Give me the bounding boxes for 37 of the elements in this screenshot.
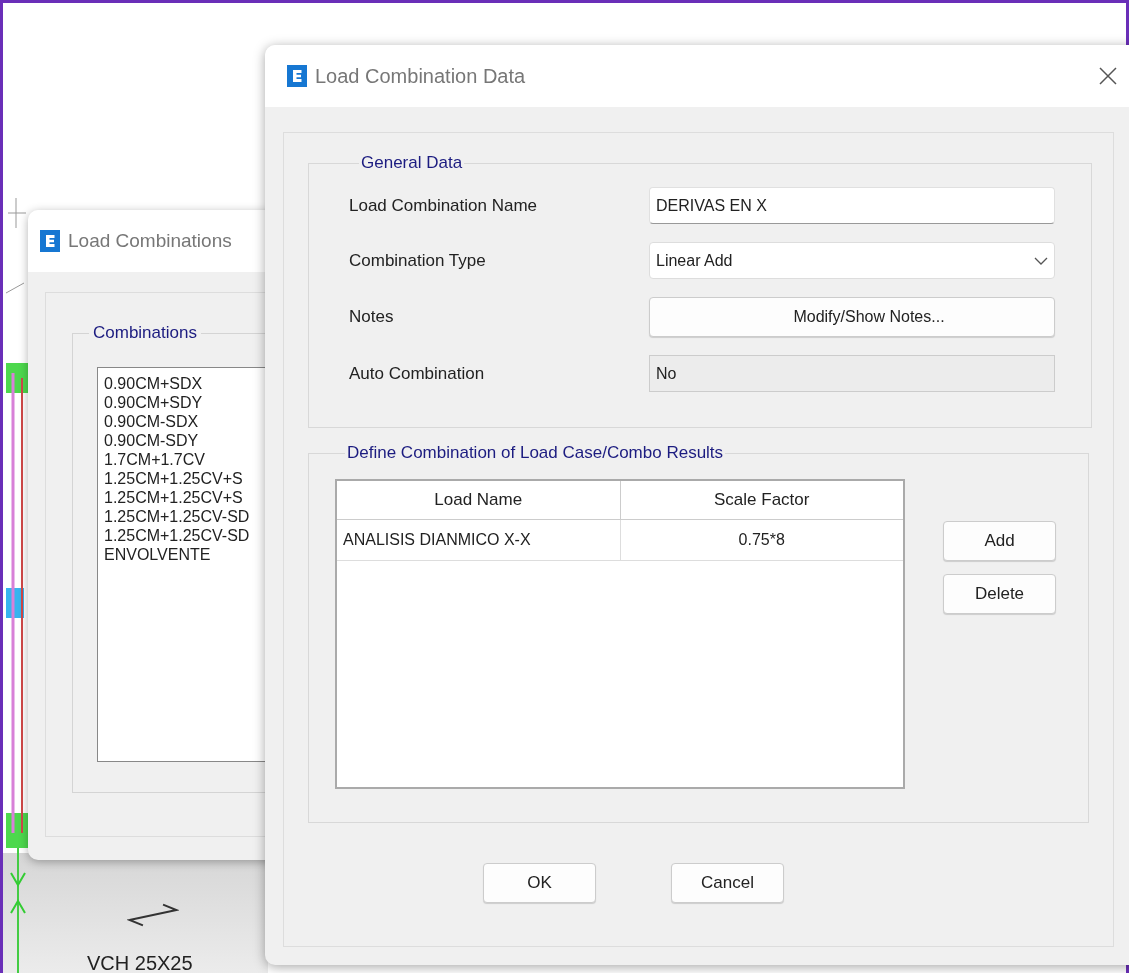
arrows-icon: [127, 903, 179, 927]
column-header: Load Name: [336, 480, 620, 520]
ok-button[interactable]: OK: [483, 863, 596, 903]
window-title: Load Combination Data: [315, 64, 527, 88]
field-label: Combination Type: [349, 250, 487, 271]
list-item[interactable]: 0.90CM-SDY: [104, 431, 199, 450]
table-cell: ANALISIS DIANMICO X-X: [336, 519, 620, 561]
column-header: Scale Factor: [620, 480, 904, 520]
type-dropdown[interactable]: Linear Add: [649, 242, 1055, 279]
table-cell: 0.75*8: [620, 519, 904, 561]
app-logo-icon: [40, 230, 60, 252]
list-item[interactable]: 1.25CM+1.25CV+S: [104, 469, 243, 488]
list-item[interactable]: 1.7CM+1.7CV: [104, 450, 205, 469]
field-label: Load Combination Name: [349, 195, 539, 216]
cancel-button[interactable]: Cancel: [671, 863, 784, 903]
close-icon[interactable]: [1099, 67, 1117, 85]
notes-button[interactable]: Modify/Show Notes...: [649, 297, 1055, 337]
list-item[interactable]: 1.25CM+1.25CV-SD: [104, 507, 250, 526]
name-field[interactable]: DERIVAS EN X: [649, 187, 1055, 224]
list-item[interactable]: 1.25CM+1.25CV+S: [104, 488, 243, 507]
add-button[interactable]: Add: [943, 521, 1056, 561]
list-item[interactable]: ENVOLVENTE: [104, 545, 211, 564]
canvas-label: VCH 25X25: [87, 953, 193, 973]
app-logo-icon: [287, 65, 307, 87]
group-title: Define Combination of Load Case/Combo Results: [346, 443, 725, 463]
group-title: Combinations: [92, 323, 198, 343]
delete-button[interactable]: Delete: [943, 574, 1056, 614]
chevron-icon: [1034, 256, 1048, 265]
group-title: General Data: [360, 153, 464, 173]
list-item[interactable]: 0.90CM+SDY: [104, 393, 203, 412]
window-title: Load Combinations: [68, 230, 232, 252]
readonly-field: No: [649, 355, 1055, 392]
field-label: Auto Combination: [349, 363, 486, 384]
list-item[interactable]: 1.25CM+1.25CV-SD: [104, 526, 250, 545]
list-item[interactable]: 0.90CM+SDX: [104, 374, 203, 393]
field-label: Notes: [349, 307, 395, 327]
list-item[interactable]: 0.90CM-SDX: [104, 412, 199, 431]
